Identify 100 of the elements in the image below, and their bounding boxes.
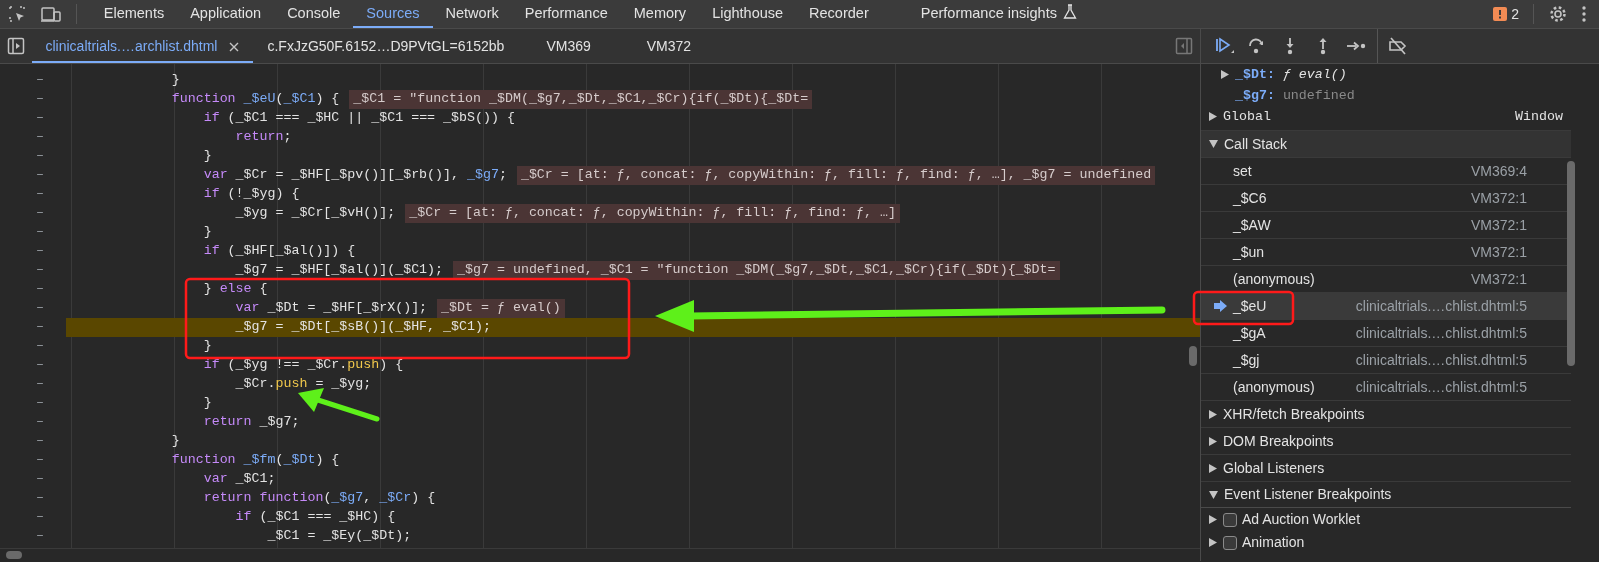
line-marker[interactable]: – <box>36 298 44 318</box>
code-line: } <box>202 394 212 413</box>
code-line: var _$Dt = _$HF[_$rX()]; <box>234 299 428 318</box>
line-marker[interactable]: – <box>36 146 44 166</box>
scrollbar-thumb[interactable] <box>1189 346 1197 366</box>
file-tab[interactable]: c.FxJzG50F.6152…D9PVtGL=6152bb <box>253 29 519 63</box>
line-marker[interactable]: – <box>36 70 44 90</box>
inline-value: _$Dt = ƒ eval() <box>437 298 565 318</box>
line-marker[interactable]: – <box>36 526 44 546</box>
section-title: Event Listener Breakpoints <box>1224 485 1392 504</box>
expand-arrow-icon[interactable] <box>1209 463 1217 473</box>
code-line: _$yg = _$Cr[_$vH()]; <box>234 204 396 223</box>
code-line: if (_$C1 === _$HC) { <box>234 508 396 527</box>
line-marker[interactable]: – <box>36 108 44 128</box>
section-title: Global Listeners <box>1223 458 1325 478</box>
close-icon[interactable] <box>229 41 240 52</box>
line-marker[interactable]: – <box>36 336 44 356</box>
file-tab[interactable]: VM369 <box>518 29 619 63</box>
section-header[interactable]: Event Listener Breakpoints <box>1201 481 1571 508</box>
line-marker[interactable]: – <box>36 279 44 299</box>
code-line: _$g7 = _$HF[_$al()](_$C1); <box>234 261 444 280</box>
code-line: var _$Cr = _$HF[_$pv()][_$rb()], _$g7; <box>202 166 507 185</box>
line-marker[interactable]: – <box>36 450 44 470</box>
line-marker[interactable]: – <box>36 412 44 432</box>
panel-tab[interactable]: Recorder <box>796 0 882 28</box>
deactivate-breakpoints-icon[interactable] <box>1387 36 1409 56</box>
expand-arrow-icon[interactable] <box>1209 515 1217 524</box>
code-line: var _$C1; <box>202 470 276 489</box>
expand-arrow-icon[interactable] <box>1221 70 1229 79</box>
panel-tab[interactable]: Console <box>274 0 354 28</box>
panel-tab[interactable]: Application <box>177 0 275 28</box>
collapse-arrow-icon[interactable] <box>1209 140 1218 148</box>
section-header[interactable]: Global Listeners <box>1201 454 1571 481</box>
code-line: function _$eU(_$C1) { <box>170 90 340 109</box>
expand-arrow-icon[interactable] <box>1209 538 1217 547</box>
file-tab[interactable]: clinicaltrials.…archlist.dhtml <box>31 29 254 63</box>
panel-tab[interactable]: Performance <box>511 0 621 28</box>
scope-label[interactable]: Global <box>1223 106 1271 127</box>
line-marker[interactable]: – <box>36 89 44 109</box>
more-options-icon[interactable] <box>1581 6 1586 22</box>
line-marker[interactable]: – <box>36 241 44 261</box>
line-marker[interactable]: – <box>36 184 44 204</box>
panel-tab[interactable]: Memory <box>620 0 700 28</box>
expand-arrow-icon[interactable] <box>1209 409 1217 419</box>
line-marker[interactable]: – <box>36 431 44 451</box>
code-line: } <box>202 147 212 166</box>
section-header[interactable]: XHR/fetch Breakpoints <box>1201 400 1571 427</box>
line-marker[interactable]: – <box>36 222 44 242</box>
line-marker[interactable]: – <box>36 317 44 337</box>
device-toolbar-icon[interactable] <box>40 4 63 24</box>
line-marker[interactable]: – <box>36 469 44 489</box>
line-marker[interactable]: – <box>36 203 44 223</box>
call-stack-frame[interactable]: (anonymous) clinicaltrials.…chlist.dhtml:5 <box>1201 373 1571 400</box>
issues-counter[interactable]: 2 <box>1493 3 1519 25</box>
line-marker[interactable]: – <box>36 393 44 413</box>
code-line: _$Cr.push = _$yg; <box>234 375 372 394</box>
code-line: if (_$HF[_$al()]) { <box>202 242 356 261</box>
scope-value: Window <box>1515 107 1563 126</box>
section-header[interactable]: Call Stack <box>1201 130 1571 157</box>
code-line: return; <box>234 128 292 147</box>
section-header[interactable]: DOM Breakpoints <box>1201 427 1571 454</box>
panel-tab[interactable]: Performance insights <box>907 0 1090 28</box>
panel-tab[interactable]: Elements <box>90 0 178 28</box>
collapse-arrow-icon[interactable] <box>1209 490 1218 499</box>
code-line: } <box>202 337 212 356</box>
inline-value: _$Cr = [at: ƒ, concat: ƒ, copyWithin: ƒ, fill: ƒ, find: ƒ, …], _$g7 = undefined <box>516 165 1156 185</box>
expand-arrow-icon[interactable] <box>1209 436 1217 446</box>
resume-icon[interactable] <box>1213 36 1235 56</box>
panel-tab[interactable]: Network <box>432 0 512 28</box>
expand-arrow-icon[interactable] <box>1209 112 1217 121</box>
file-tab[interactable]: VM372 <box>618 29 720 63</box>
line-marker[interactable]: – <box>36 507 44 527</box>
code-line: if (!_$yg) { <box>202 185 300 204</box>
checkbox[interactable] <box>1223 535 1237 550</box>
inline-value: _$Cr = [at: ƒ, concat: ƒ, copyWithin: ƒ, fill: ƒ, find: ƒ, …] <box>405 203 900 223</box>
line-marker[interactable]: – <box>36 260 44 280</box>
line-marker[interactable]: – <box>36 488 44 508</box>
scrollbar-thumb[interactable] <box>6 551 22 559</box>
checkbox[interactable] <box>1223 512 1237 527</box>
line-marker[interactable]: – <box>36 374 44 394</box>
section-title: XHR/fetch Breakpoints <box>1223 404 1365 424</box>
scope-variable[interactable]: _$g7: undefined <box>1235 85 1355 106</box>
code-line: } <box>170 432 180 451</box>
line-marker[interactable]: – <box>36 355 44 375</box>
code-line: return function(_$g7, _$Cr) { <box>202 489 436 508</box>
checkbox-label[interactable]: Animation <box>1242 532 1305 553</box>
sidebar-toggle-icon[interactable] <box>6 37 25 55</box>
settings-icon[interactable] <box>1548 4 1568 24</box>
line-marker[interactable]: – <box>36 165 44 185</box>
scope-variable[interactable]: _$Dt: ƒ eval() <box>1235 64 1347 85</box>
checkbox-label[interactable]: Ad Auction Worklet <box>1242 509 1361 530</box>
current-frame-arrow-icon <box>1213 300 1227 312</box>
inspect-element-icon[interactable] <box>6 4 27 24</box>
section-title: DOM Breakpoints <box>1223 431 1334 451</box>
scrollbar-thumb[interactable] <box>1567 161 1575 366</box>
debugger-sidebar-toggle-icon[interactable] <box>1175 37 1194 55</box>
panel-tab[interactable]: Lighthouse <box>699 0 797 28</box>
code-line: } <box>170 71 180 90</box>
panel-tab[interactable]: Sources <box>353 0 433 28</box>
line-marker[interactable]: – <box>36 127 44 147</box>
